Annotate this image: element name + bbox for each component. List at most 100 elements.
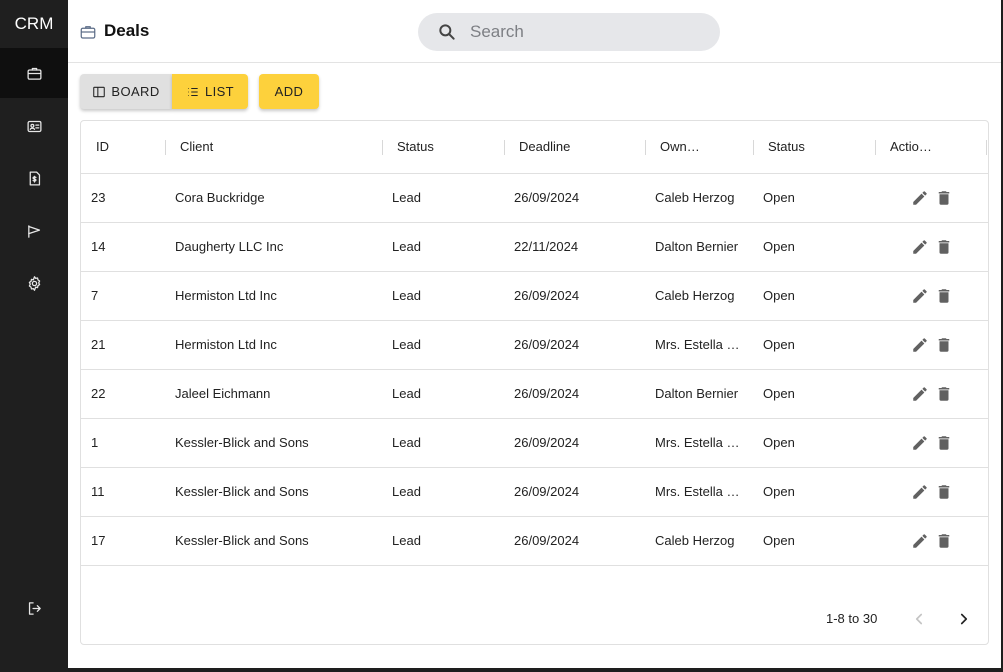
- table-row[interactable]: 23 Cora Buckridge Lead 26/09/2024 Caleb Herz…: [81, 174, 988, 223]
- cell-id: 14: [91, 239, 106, 254]
- edit-icon[interactable]: [911, 434, 929, 452]
- cell-owner: Dalton Bernier: [655, 239, 739, 254]
- cell-client: Daugherty LLC Inc: [175, 239, 284, 254]
- cell-status: Open: [763, 239, 795, 254]
- cell-owner: Mrs. Estella …: [655, 484, 740, 499]
- table-row[interactable]: 22 Jaleel Eichmann Lead 26/09/2024 Dalton Be…: [81, 370, 988, 419]
- flag-icon: [27, 224, 40, 238]
- cell-status: Open: [763, 288, 795, 303]
- cell-status: Open: [763, 484, 795, 499]
- column-header-deadline[interactable]: Deadline: [519, 121, 570, 173]
- edit-icon[interactable]: [911, 336, 929, 354]
- edit-icon[interactable]: [911, 189, 929, 207]
- delete-icon[interactable]: [935, 532, 953, 550]
- previous-page-button[interactable]: [906, 606, 932, 632]
- column-header-client[interactable]: Client: [180, 121, 213, 173]
- cell-deadline: 26/09/2024: [514, 386, 580, 401]
- cell-owner: Caleb Herzog: [655, 288, 735, 303]
- table-row[interactable]: 1 Kessler-Blick and Sons Lead 26/09/2024 Mrs…: [81, 419, 988, 468]
- cell-id: 23: [91, 190, 106, 205]
- sidebar-item-contacts[interactable]: [0, 101, 68, 151]
- app-frame: CRM Deals Search BOARD LIST ADD ID Clien…: [0, 0, 1003, 672]
- pagination-range: 1-8 to 30: [826, 611, 878, 626]
- delete-icon[interactable]: [935, 385, 953, 403]
- next-page-button[interactable]: [951, 606, 977, 632]
- cell-status: Open: [763, 190, 795, 205]
- cell-status: Open: [763, 337, 795, 352]
- board-view-icon: [93, 86, 106, 97]
- delete-icon[interactable]: [935, 287, 953, 305]
- delete-icon[interactable]: [935, 189, 953, 207]
- cell-stage: Lead: [392, 435, 421, 450]
- board-view-button[interactable]: BOARD: [80, 74, 172, 109]
- table-row[interactable]: 14 Daugherty LLC Inc Lead 22/11/2024 Dalton …: [81, 223, 988, 272]
- edit-icon[interactable]: [911, 385, 929, 403]
- cell-stage: Lead: [392, 190, 421, 205]
- brand-logo[interactable]: CRM: [0, 0, 68, 48]
- cell-id: 1: [91, 435, 99, 450]
- cell-status: Open: [763, 386, 795, 401]
- column-header-actions[interactable]: Actio…: [890, 121, 932, 173]
- cell-owner: Mrs. Estella …: [655, 337, 740, 352]
- table-row[interactable]: 7 Hermiston Ltd Inc Lead 26/09/2024 Caleb He…: [81, 272, 988, 321]
- edit-icon[interactable]: [911, 532, 929, 550]
- cell-client: Hermiston Ltd Inc: [175, 288, 277, 303]
- cell-stage: Lead: [392, 386, 421, 401]
- edit-icon[interactable]: [911, 483, 929, 501]
- column-separator[interactable]: [645, 140, 646, 155]
- cell-status: Open: [763, 533, 795, 548]
- column-separator[interactable]: [504, 140, 505, 155]
- cell-stage: Lead: [392, 533, 421, 548]
- delete-icon[interactable]: [935, 483, 953, 501]
- column-separator[interactable]: [875, 140, 876, 155]
- cell-id: 21: [91, 337, 106, 352]
- chevron-left-icon: [915, 613, 923, 625]
- table-row[interactable]: 21 Hermiston Ltd Inc Lead 26/09/2024 Mrs. Es…: [81, 321, 988, 370]
- cell-owner: Caleb Herzog: [655, 533, 735, 548]
- column-header-status[interactable]: Status: [768, 121, 805, 173]
- sidebar: CRM: [0, 0, 68, 672]
- cell-id: 17: [91, 533, 106, 548]
- sidebar-item-campaigns[interactable]: [0, 206, 68, 256]
- logout-button[interactable]: [0, 583, 68, 633]
- top-bar: Deals: [68, 0, 1001, 63]
- search-input[interactable]: [470, 13, 710, 51]
- edit-icon[interactable]: [911, 238, 929, 256]
- table-row[interactable]: 17 Kessler-Blick and Sons Lead 26/09/2024 Ca…: [81, 517, 988, 566]
- column-header-stage[interactable]: Status: [397, 121, 434, 173]
- delete-icon[interactable]: [935, 336, 953, 354]
- cell-deadline: 26/09/2024: [514, 288, 580, 303]
- board-view-label: BOARD: [111, 84, 160, 99]
- sidebar-item-settings[interactable]: [0, 258, 68, 308]
- cell-client: Kessler-Blick and Sons: [175, 435, 309, 450]
- cell-deadline: 26/09/2024: [514, 484, 580, 499]
- column-separator[interactable]: [165, 140, 166, 155]
- column-header-owner[interactable]: Own…: [660, 121, 700, 173]
- cell-stage: Lead: [392, 288, 421, 303]
- cell-deadline: 26/09/2024: [514, 435, 580, 450]
- add-deal-button[interactable]: ADD: [259, 74, 319, 109]
- delete-icon[interactable]: [935, 238, 953, 256]
- cell-owner: Caleb Herzog: [655, 190, 735, 205]
- cell-client: Jaleel Eichmann: [175, 386, 271, 401]
- delete-icon[interactable]: [935, 434, 953, 452]
- sidebar-item-invoices[interactable]: [0, 153, 68, 203]
- cell-status: Open: [763, 435, 795, 450]
- briefcase-icon: [79, 23, 97, 41]
- column-separator[interactable]: [753, 140, 754, 155]
- column-separator[interactable]: [986, 140, 987, 155]
- main-content: Deals BOARD LIST ADD: [68, 0, 1001, 668]
- list-view-button[interactable]: LIST: [172, 74, 248, 109]
- table-row[interactable]: 11 Kessler-Blick and Sons Lead 26/09/2024 Mr…: [81, 468, 988, 517]
- cell-owner: Dalton Bernier: [655, 386, 739, 401]
- cell-client: Kessler-Blick and Sons: [175, 484, 309, 499]
- column-header-id[interactable]: ID: [96, 121, 109, 173]
- column-separator[interactable]: [382, 140, 383, 155]
- cell-id: 22: [91, 386, 106, 401]
- search-bar[interactable]: [418, 13, 720, 51]
- cell-deadline: 26/09/2024: [514, 533, 580, 548]
- sidebar-item-deals[interactable]: [0, 48, 68, 98]
- cell-id: 11: [91, 484, 105, 499]
- cell-client: Hermiston Ltd Inc: [175, 337, 277, 352]
- edit-icon[interactable]: [911, 287, 929, 305]
